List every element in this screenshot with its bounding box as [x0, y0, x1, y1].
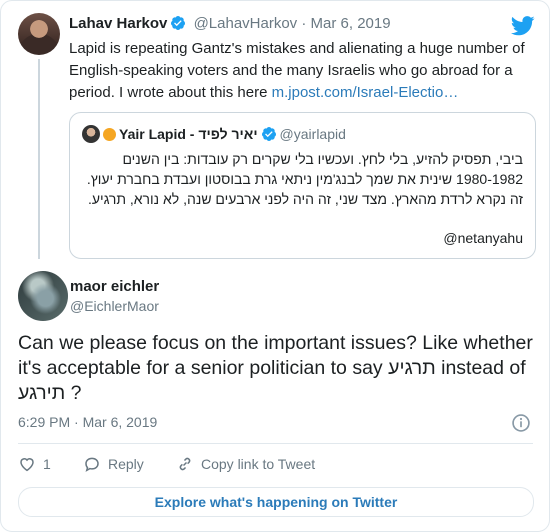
- reply-button[interactable]: Reply: [83, 455, 144, 473]
- parent-tweet-text: Lapid is repeating Gantz's mistakes and …: [69, 38, 539, 104]
- reply-author-name[interactable]: maor eichler: [70, 278, 159, 295]
- reply-avatar[interactable]: [18, 271, 68, 321]
- quoted-tweet[interactable]: Yair Lapid - יאיר לפיד @yairlapid ביבי, ת…: [69, 112, 536, 259]
- reply-tweet-text: Can we please focus on the important iss…: [18, 332, 533, 404]
- parent-handle[interactable]: @LahavHarkov: [194, 15, 298, 32]
- parent-header: Lahav Harkov @LahavHarkov · Mar 6, 2019: [69, 15, 391, 32]
- parent-article-link[interactable]: m.jpost.com/Israel-Electio…: [272, 84, 459, 101]
- reply-label: Reply: [108, 456, 144, 472]
- parent-avatar[interactable]: [18, 13, 60, 55]
- quoted-header: Yair Lapid - יאיר לפיד @yairlapid: [82, 125, 346, 143]
- twitter-bird-icon[interactable]: [511, 16, 535, 36]
- quoted-mention: @netanyahu: [443, 230, 523, 246]
- copy-link-button[interactable]: Copy link to Tweet: [176, 455, 315, 473]
- tweet-embed-card: Lahav Harkov @LahavHarkov · Mar 6, 2019 …: [0, 0, 550, 532]
- copy-link-label: Copy link to Tweet: [201, 456, 316, 472]
- link-icon: [179, 457, 191, 471]
- reply-bubble-icon: [85, 457, 99, 472]
- divider: [18, 443, 533, 444]
- reply-timestamp[interactable]: 6:29 PM · Mar 6, 2019: [18, 414, 157, 430]
- reply-handle[interactable]: @EichlerMaor: [70, 298, 159, 314]
- parent-date[interactable]: Mar 6, 2019: [311, 15, 391, 32]
- thread-line: [38, 59, 40, 259]
- heart-icon: [20, 458, 34, 472]
- explore-twitter-button[interactable]: Explore what's happening on Twitter: [18, 487, 534, 517]
- quoted-body: ביבי, תפסיק להזיע, בלי לחץ. ועכשיו בלי ש…: [86, 151, 523, 207]
- like-button[interactable]: 1: [18, 455, 51, 473]
- header-separator: ·: [301, 15, 307, 32]
- verified-badge-icon: [171, 16, 186, 30]
- quoted-avatar: [82, 125, 100, 143]
- verified-badge-icon: [261, 127, 276, 141]
- like-count: 1: [43, 456, 51, 472]
- info-icon[interactable]: [511, 413, 531, 433]
- parent-author-name[interactable]: Lahav Harkov: [69, 15, 167, 32]
- quoted-author-name: Yair Lapid - יאיר לפיד: [119, 126, 258, 142]
- quoted-handle: @yairlapid: [279, 126, 346, 142]
- orange-circle-icon: [103, 128, 116, 141]
